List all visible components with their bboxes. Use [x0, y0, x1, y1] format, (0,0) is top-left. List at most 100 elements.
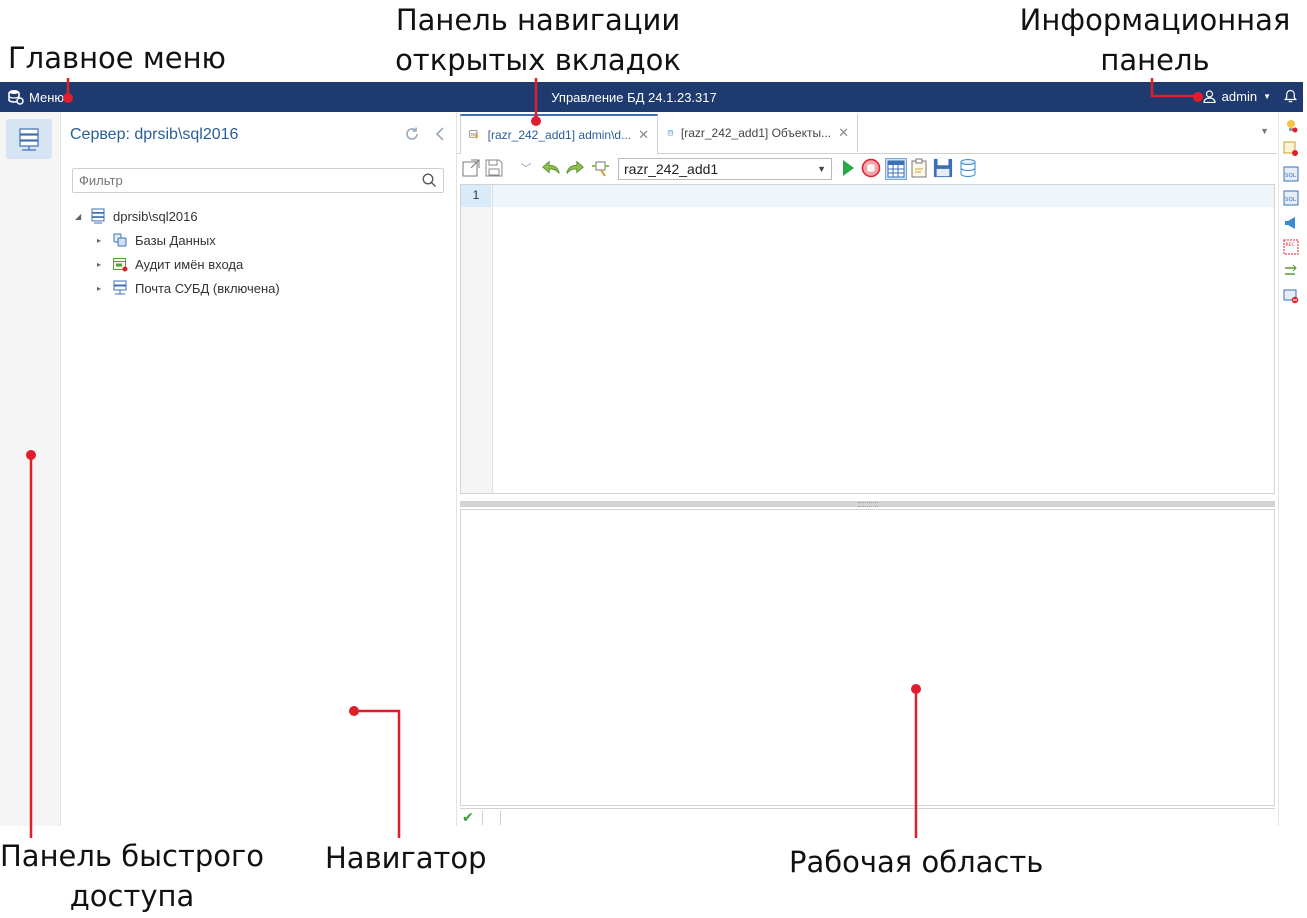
- dropdown-button[interactable]: ﹀: [516, 158, 536, 178]
- tab-query-editor[interactable]: SQL [razr_242_add1] admin\d... ✕: [460, 114, 658, 154]
- user-menu[interactable]: admin ▼: [1203, 89, 1271, 104]
- sql-script-icon[interactable]: SQL: [1283, 166, 1299, 182]
- quick-access-panel: [0, 112, 61, 826]
- svg-text:SQL: SQL: [1285, 197, 1297, 203]
- grid-icon: [887, 160, 905, 178]
- tree-node-label: dprsib\sql2016: [113, 208, 198, 224]
- megaphone-icon[interactable]: [1283, 215, 1299, 231]
- file-results-button[interactable]: [933, 158, 953, 178]
- caption-quick-access: Панель быстрого доступа: [0, 836, 264, 916]
- application-window: Меню Управление БД 24.1.23.317 admin ▼ С…: [0, 82, 1304, 826]
- redo-button[interactable]: [565, 158, 585, 178]
- explain-plan-icon[interactable]: [1283, 141, 1299, 157]
- current-line-highlight: [493, 185, 1274, 207]
- tree-node-server[interactable]: ◢ dprsib\sql2016: [75, 208, 198, 224]
- line-gutter: 1: [461, 185, 493, 493]
- tree-node-label: Аудит имён входа: [135, 256, 244, 272]
- pane-splitter[interactable]: [460, 501, 1275, 507]
- tab-label: [razr_242_add1] admin\d...: [487, 128, 632, 142]
- databases-icon: [113, 233, 127, 247]
- mail-server-icon: [113, 280, 127, 295]
- lightbulb-icon[interactable]: [1283, 118, 1299, 134]
- workspace: SQL [razr_242_add1] admin\d... ✕ [razr_2…: [457, 112, 1277, 826]
- caption-workspace: Рабочая область: [789, 845, 1044, 879]
- collapse-panel-icon[interactable]: [434, 126, 446, 142]
- caption-quick-access-text: Панель быстрого доступа: [0, 839, 264, 913]
- filter-input[interactable]: [73, 169, 411, 192]
- sql-lightning-icon: SQL: [469, 130, 479, 141]
- refresh-icon[interactable]: [404, 126, 420, 142]
- status-bar: ✔: [460, 808, 1275, 827]
- database-select-value: razr_242_add1: [624, 161, 719, 177]
- tab-objects[interactable]: [razr_242_add1] Объекты... ✕: [659, 114, 858, 152]
- database-icon: [960, 159, 976, 178]
- record-icon[interactable]: REC: [1283, 239, 1299, 255]
- notifications-bell-icon[interactable]: [1284, 89, 1297, 108]
- chevron-down-icon: ▼: [817, 164, 826, 174]
- svg-text:REC: REC: [1286, 242, 1295, 248]
- audit-calendar-icon: [113, 258, 128, 272]
- results-pane[interactable]: [460, 509, 1275, 806]
- tree-node-dbmail[interactable]: ▸ Почта СУБД (включена): [97, 280, 280, 296]
- caption-main-menu: Главное меню: [8, 41, 226, 75]
- divider: [482, 811, 483, 825]
- save-button[interactable]: [484, 158, 504, 178]
- redo-icon: [566, 160, 584, 174]
- chevron-down-icon: ﹀: [520, 163, 532, 175]
- caption-tabs-nav: Панель навигации открытых вкладок: [388, 0, 688, 80]
- tree-node-label: Базы Данных: [135, 232, 216, 248]
- server-icon: [19, 128, 39, 151]
- text-results-button[interactable]: [909, 158, 929, 178]
- navigator-actions: [404, 126, 446, 142]
- caption-tabs-nav-text: Панель навигации открытых вкладок: [395, 3, 681, 77]
- close-icon[interactable]: ✕: [838, 125, 849, 141]
- right-tool-panel: SQL SQL REC: [1278, 112, 1304, 826]
- grid-results-button[interactable]: [885, 158, 907, 180]
- format-button[interactable]: [591, 158, 611, 178]
- database-button[interactable]: [958, 158, 978, 178]
- server-icon: [91, 208, 105, 224]
- splitter-grip[interactable]: [858, 502, 878, 507]
- search-icon[interactable]: [422, 173, 437, 188]
- tree-node-databases[interactable]: ▸ Базы Данных: [97, 232, 216, 248]
- undo-icon: [542, 160, 560, 174]
- expanded-arrow-icon[interactable]: ◢: [75, 212, 83, 221]
- navigator-panel: Сервер: dprsib\sql2016 ◢: [61, 112, 457, 826]
- title-bar: Меню Управление БД 24.1.23.317 admin ▼: [0, 82, 1303, 112]
- stop-button[interactable]: [861, 158, 881, 178]
- user-icon: [1203, 90, 1216, 103]
- open-external-button[interactable]: [461, 158, 481, 178]
- collapsed-arrow-icon[interactable]: ▸: [97, 236, 105, 245]
- navigator-title: Сервер: dprsib\sql2016: [70, 126, 239, 143]
- database-icon: [667, 129, 674, 137]
- editor-toolbar: ﹀ razr_242_add1 ▼: [457, 153, 1277, 183]
- open-external-icon: [462, 159, 480, 177]
- save-icon: [485, 159, 503, 177]
- checkmark-icon: ✔: [462, 809, 474, 825]
- tree-node-login-audit[interactable]: ▸ Аудит имён входа: [97, 256, 243, 272]
- sql-template-icon[interactable]: SQL: [1283, 190, 1299, 206]
- sql-editor[interactable]: 1: [460, 184, 1275, 494]
- compare-icon[interactable]: [1283, 263, 1299, 279]
- svg-text:SQL: SQL: [1285, 173, 1297, 179]
- database-select[interactable]: razr_242_add1 ▼: [618, 158, 832, 180]
- collapsed-arrow-icon[interactable]: ▸: [97, 284, 105, 293]
- execute-button[interactable]: [838, 158, 858, 178]
- disconnect-icon[interactable]: [1283, 288, 1299, 304]
- tree-node-label: Почта СУБД (включена): [135, 280, 280, 296]
- chevron-down-icon: ▼: [1263, 92, 1271, 101]
- tab-label: [razr_242_add1] Объекты...: [680, 126, 832, 140]
- app-title: Управление БД 24.1.23.317: [551, 90, 717, 105]
- filter-field: [72, 168, 444, 193]
- tab-list-dropdown-icon[interactable]: ▼: [1260, 126, 1269, 136]
- caption-info-panel: Информационная панель: [1012, 0, 1298, 80]
- caption-navigator: Навигатор: [325, 841, 487, 875]
- close-icon[interactable]: ✕: [638, 127, 649, 143]
- undo-button[interactable]: [541, 158, 561, 178]
- line-number: 1: [461, 185, 491, 207]
- user-name: admin: [1221, 89, 1258, 104]
- collapsed-arrow-icon[interactable]: ▸: [97, 260, 105, 269]
- format-icon: [592, 161, 609, 177]
- divider: [500, 811, 501, 825]
- server-explorer-button[interactable]: [6, 119, 52, 159]
